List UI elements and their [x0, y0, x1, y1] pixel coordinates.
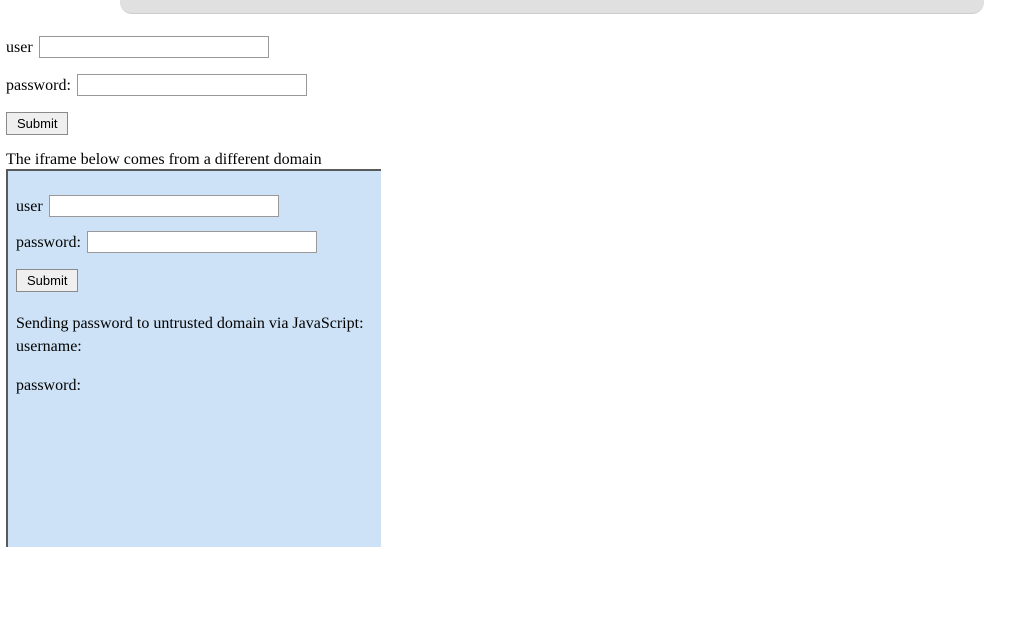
iframe-caption: The iframe below comes from a different … — [6, 151, 1006, 169]
user-label: user — [6, 39, 33, 56]
iframe-password-row: password: — [16, 231, 373, 253]
password-input[interactable] — [77, 74, 307, 96]
iframe-user-label: user — [16, 198, 43, 215]
iframe-status: Sending password to untrusted domain via… — [16, 312, 373, 398]
page-content: user password: Submit The iframe below c… — [0, 14, 1012, 553]
submit-button[interactable]: Submit — [6, 112, 68, 135]
password-row: password: — [6, 74, 1006, 96]
status-password: password: — [16, 374, 373, 397]
password-label: password: — [6, 77, 71, 94]
user-input[interactable] — [39, 36, 269, 58]
iframe-user-row: user — [16, 195, 373, 217]
iframe-submit-row: Submit — [16, 267, 373, 292]
status-username: username: — [16, 335, 373, 358]
iframe-submit-button[interactable]: Submit — [16, 269, 78, 292]
iframe-password-label: password: — [16, 234, 81, 251]
iframe-user-input[interactable] — [49, 195, 279, 217]
user-row: user — [6, 36, 1006, 58]
url-bar[interactable] — [120, 0, 984, 14]
status-heading: Sending password to untrusted domain via… — [16, 312, 373, 335]
submit-row: Submit — [6, 112, 1006, 135]
iframe-password-input[interactable] — [87, 231, 317, 253]
iframe-box: user password: Submit Sending password t… — [6, 169, 381, 547]
